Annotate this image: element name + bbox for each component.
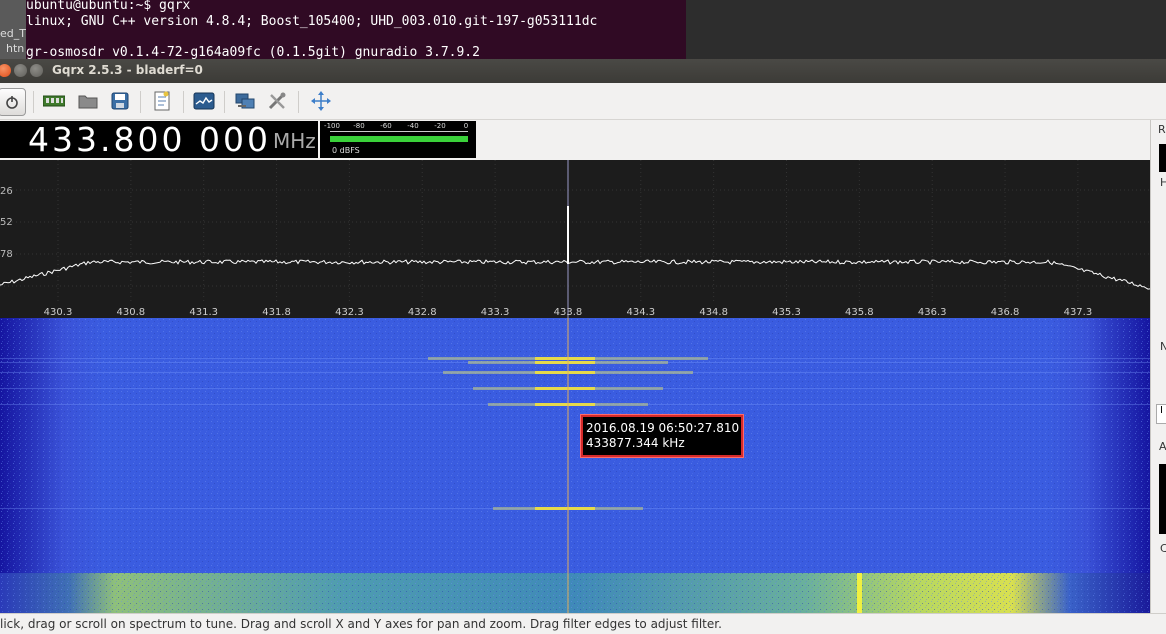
- close-window-button[interactable]: [0, 64, 11, 77]
- toolbar-separator: [33, 91, 34, 113]
- sidebar-label: ed_T: [0, 27, 26, 40]
- folder-open-icon[interactable]: [76, 89, 100, 113]
- terminal-line: ubuntu@ubuntu:~$ gqrx: [26, 0, 191, 13]
- meter-level-bar: [330, 136, 468, 142]
- x-tick-label: 432.8: [408, 307, 437, 318]
- meter-tick-label: -100: [324, 122, 340, 130]
- save-icon[interactable]: [108, 89, 132, 113]
- waterfall-burst-core: [535, 403, 595, 406]
- waterfall-signal-line: [857, 573, 862, 613]
- toolbar-separator: [298, 91, 299, 113]
- meter-tick-label: 0: [463, 122, 469, 130]
- waterfall-burst-core: [535, 507, 595, 510]
- x-tick-label: 437.3: [1064, 307, 1093, 318]
- spectrum-canvas[interactable]: 26 52 78 430.3 430.8 431.3 431.8 432.3 432.8 4…: [0, 160, 1150, 318]
- power-icon[interactable]: [0, 88, 26, 116]
- screen: ubuntu@ubuntu:~$ gqrx linux; GNU C++ ver…: [0, 0, 1166, 634]
- toolbar-separator: [224, 91, 225, 113]
- notes-icon[interactable]: [150, 89, 174, 113]
- toolbar-separator: [183, 91, 184, 113]
- frequency-unit: MHz: [273, 129, 316, 153]
- meter-unit-label: 0 dBFS: [332, 146, 360, 155]
- meter-ticks: -100 -80 -60 -40 -20 0: [324, 121, 474, 135]
- frequency-row: 433.800 000 MHz -100 -80 -60 -40 -20 0 0…: [0, 120, 1166, 160]
- minimize-window-button[interactable]: [14, 64, 27, 77]
- spectrum-plot[interactable]: 26 52 78 430.3 430.8 431.3 431.8 432.3 432.8 4…: [0, 160, 1150, 318]
- right-dock-panel: R H N I A C: [1150, 120, 1166, 613]
- x-tick-label: 435.8: [845, 307, 874, 318]
- dock-label: A: [1159, 440, 1166, 453]
- meter-tick-label: -60: [380, 122, 392, 130]
- x-tick-label: 431.3: [189, 307, 218, 318]
- dock-label: H: [1160, 176, 1166, 189]
- center-arrows-icon[interactable]: [309, 89, 333, 113]
- maximize-window-button[interactable]: [30, 64, 43, 77]
- waterfall-burst-core: [535, 387, 595, 390]
- x-tick-label: 433.8: [554, 307, 583, 318]
- terminal-sidebar: ed_T htn: [0, 0, 26, 60]
- waterfall-canvas[interactable]: [0, 318, 1150, 613]
- dock-dark-block: [1159, 464, 1166, 534]
- dock-label: C: [1160, 542, 1166, 555]
- status-bar: lick, drag or scroll on spectrum to tune…: [0, 613, 1166, 634]
- terminal-line: gr-osmosdr v0.1.4-72-g164a09fc (0.1.5git…: [26, 45, 480, 60]
- status-message: lick, drag or scroll on spectrum to tune…: [0, 617, 722, 631]
- frequency-value[interactable]: 433.800 000: [28, 121, 271, 158]
- meter-tick-label: -40: [407, 122, 419, 130]
- meter-tick-label: -80: [353, 122, 365, 130]
- desktop-background: [686, 0, 1166, 60]
- x-tick-label: 434.3: [626, 307, 655, 318]
- x-tick-label: 431.8: [262, 307, 291, 318]
- fft-settings-icon[interactable]: [192, 89, 216, 113]
- dock-dark-block: [1159, 144, 1166, 172]
- waterfall-tooltip: 2016.08.19 06:50:27.810 433877.344 kHz: [581, 415, 743, 457]
- window-title: Gqrx 2.5.3 - bladerf=0: [52, 63, 203, 77]
- y-tick-label: 52: [0, 217, 13, 228]
- x-tick-label: 434.8: [699, 307, 728, 318]
- terminal-line: linux; GNU C++ version 4.8.4; Boost_1054…: [26, 14, 598, 29]
- network-icon[interactable]: [233, 89, 257, 113]
- hardware-board-icon[interactable]: [42, 89, 66, 113]
- y-tick-label: 78: [0, 249, 13, 260]
- tooltip-frequency: 433877.344 kHz: [586, 436, 685, 450]
- x-tick-label: 436.8: [991, 307, 1020, 318]
- waterfall-burst-core: [535, 361, 595, 364]
- x-tick-label: 435.3: [772, 307, 801, 318]
- main-toolbar: [0, 83, 1166, 120]
- y-tick-label: 26: [0, 186, 13, 197]
- x-tick-label: 436.3: [918, 307, 947, 318]
- meter-scale-line: [330, 131, 468, 132]
- dock-label: N: [1160, 340, 1166, 353]
- terminal-window: ubuntu@ubuntu:~$ gqrx linux; GNU C++ ver…: [0, 0, 686, 60]
- signal-meter: -100 -80 -60 -40 -20 0 0 dBFS: [320, 121, 476, 158]
- window-titlebar[interactable]: Gqrx 2.5.3 - bladerf=0: [0, 59, 1166, 83]
- meter-tick-label: -20: [434, 122, 446, 130]
- spectrum-trace: [0, 259, 1150, 290]
- x-tick-label: 430.3: [44, 307, 73, 318]
- waterfall-display[interactable]: [0, 318, 1150, 613]
- x-tick-label: 432.3: [335, 307, 364, 318]
- x-tick-label: 433.3: [481, 307, 510, 318]
- dock-label: R: [1158, 123, 1166, 136]
- sidebar-label: htn: [6, 42, 25, 55]
- waterfall-burst-core: [535, 371, 595, 374]
- tooltip-timestamp: 2016.08.19 06:50:27.810: [586, 421, 740, 435]
- waterfall-burst-core: [535, 357, 595, 360]
- dock-input-box[interactable]: I: [1156, 404, 1166, 424]
- frequency-display[interactable]: 433.800 000 MHz: [0, 121, 318, 158]
- x-tick-label: 430.8: [117, 307, 146, 318]
- toolbar-separator: [140, 91, 141, 113]
- tools-icon[interactable]: [265, 89, 289, 113]
